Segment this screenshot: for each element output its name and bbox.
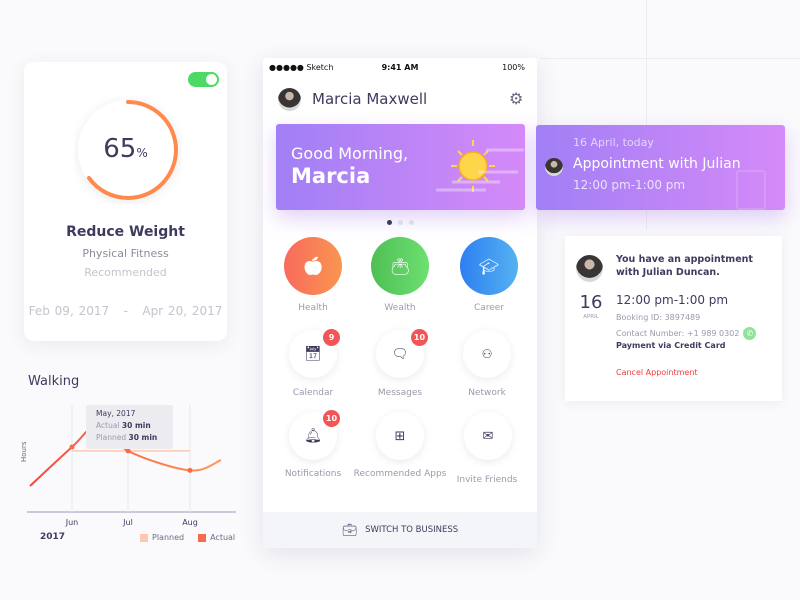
app-network-label: Network	[468, 388, 506, 398]
banner-date: 16 April, today	[573, 136, 654, 149]
greeting-name: Marcia	[291, 164, 371, 188]
legend-swatch-actual	[198, 533, 207, 542]
status-battery: 100%	[502, 63, 525, 72]
envelope-icon: ✉	[482, 428, 494, 444]
booking-id: Booking ID: 3897489	[616, 313, 701, 322]
banner-time: 12:00 pm-1:00 pm	[573, 178, 686, 192]
appointment-time: 12:00 pm-1:00 pm	[616, 293, 729, 307]
legend-swatch-planned	[140, 533, 148, 542]
cancel-appointment-link[interactable]: Cancel Appointment	[616, 368, 698, 377]
greeting-card: Good Morning, Marcia	[276, 124, 525, 210]
category-health-label: Health	[298, 303, 328, 313]
y-axis-label: Hours	[20, 441, 28, 462]
pager-dot-active[interactable]	[386, 220, 392, 225]
chart-year: 2017	[40, 532, 66, 542]
phone-call-icon[interactable]: ✆	[743, 327, 757, 340]
julian-avatar	[576, 255, 603, 282]
appointment-day: 16	[579, 292, 603, 313]
pager-dot[interactable]	[397, 220, 403, 225]
sun-icon	[436, 140, 524, 192]
data-point[interactable]	[187, 467, 193, 473]
contact-number: Contact Number: +1 989 0302 ✆	[616, 327, 757, 340]
app-network[interactable]: ⚇	[463, 330, 511, 378]
category-wealth[interactable]: 👛︎	[371, 237, 429, 295]
goal-dates: Feb 09, 2017 - Apr 20, 2017	[24, 304, 227, 318]
wallet-icon: 👛︎	[389, 256, 411, 276]
app-invite[interactable]: ✉	[464, 412, 512, 460]
start-date: Feb 09, 2017	[28, 304, 110, 318]
tooltip-date: May, 2017	[96, 409, 136, 418]
switch-to-business-button[interactable]: 💼︎ SWITCH TO BUSINESS	[263, 512, 537, 548]
message-icon: 🗨︎	[391, 346, 409, 362]
tooltip-planned-value: 30 min	[128, 433, 158, 442]
progress-unit: %	[136, 146, 148, 160]
appointment-message: You have an appointment with Julian Dunc…	[616, 254, 753, 278]
gear-icon[interactable]: ⚙	[509, 89, 523, 108]
category-health[interactable]: 🍎︎	[284, 237, 342, 295]
messages-badge: 10	[411, 329, 428, 346]
app-messages-label: Messages	[377, 388, 423, 398]
appointment-banner[interactable]: 16 April, today Appointment with Julian …	[536, 125, 785, 210]
network-icon: ⚇	[481, 347, 493, 361]
goal-tag: Recommended	[84, 266, 167, 279]
end-date: Apr 20, 2017	[142, 304, 223, 318]
pager-dots[interactable]	[263, 220, 537, 225]
tooltip-actual-value: 30 min	[121, 421, 151, 430]
health-icon: 🍎︎	[301, 255, 325, 277]
appointment-month: APRIL	[583, 314, 599, 320]
category-career-label: Career	[473, 303, 505, 313]
goal-title: Reduce Weight	[66, 224, 185, 240]
calendar-icon: 📅︎	[304, 346, 322, 362]
goal-card[interactable]: 65% Reduce Weight Physical Fitness Recom…	[24, 62, 227, 341]
goal-category: Physical Fitness	[82, 247, 169, 260]
status-time: 9:41 AM	[381, 63, 419, 72]
x-tick-label: Jul	[122, 518, 133, 527]
health-watermark-icon	[736, 170, 766, 210]
switch-label: SWITCH TO BUSINESS	[365, 525, 459, 535]
tooltip-planned-label: Planned	[96, 433, 127, 442]
greeting-text: Good Morning,	[291, 144, 409, 163]
app-recommended-label: Recommended Apps	[353, 469, 447, 479]
apps-plus-icon: ⊞	[394, 428, 406, 444]
category-wealth-label: Wealth	[384, 303, 416, 313]
legend-planned: Planned	[152, 533, 185, 542]
app-calendar-label: Calendar	[292, 388, 334, 398]
bell-icon: 🔔︎	[304, 428, 322, 444]
data-point[interactable]	[69, 444, 75, 450]
appointment-detail-card: You have an appointment with Julian Dunc…	[565, 236, 782, 401]
contact-text: Contact Number: +1 989 0302	[616, 329, 740, 338]
tooltip-actual-label: Actual	[96, 421, 120, 430]
user-avatar[interactable]	[278, 88, 301, 111]
background-grid-line	[540, 58, 800, 59]
category-career[interactable]: 🎓︎	[460, 237, 518, 295]
x-tick-label: Jun	[65, 518, 79, 527]
x-tick-label: Aug	[182, 518, 198, 527]
briefcase-icon: 💼︎	[341, 523, 358, 537]
app-recommended[interactable]: ⊞	[376, 412, 424, 460]
user-name: Marcia Maxwell	[312, 90, 428, 108]
data-point[interactable]	[125, 448, 131, 454]
app-notifications-label: Notifications	[284, 469, 342, 479]
goal-toggle[interactable]	[188, 72, 219, 87]
payment-method: Payment via Credit Card	[616, 341, 726, 350]
graduation-cap-icon: 🎓︎	[478, 256, 500, 276]
banner-title: Appointment with Julian	[573, 156, 741, 172]
julian-avatar	[545, 158, 563, 176]
walking-title: Walking	[28, 374, 80, 389]
progress-value: 65%	[24, 134, 227, 164]
date-separator: -	[123, 304, 128, 318]
phone-screen: ●●●●● Sketch 9:41 AM 100% Marcia Maxwell…	[263, 58, 537, 548]
notifications-badge: 10	[323, 410, 340, 427]
app-invite-label: Invite Friends	[456, 475, 518, 485]
chart-tooltip: May, 2017 Actual 30 min Planned 30 min	[86, 405, 173, 449]
legend-actual: Actual	[210, 533, 236, 542]
legend: Planned Actual	[140, 533, 235, 542]
progress-number: 65	[103, 134, 137, 164]
calendar-badge: 9	[323, 329, 340, 346]
pager-dot[interactable]	[408, 220, 414, 225]
